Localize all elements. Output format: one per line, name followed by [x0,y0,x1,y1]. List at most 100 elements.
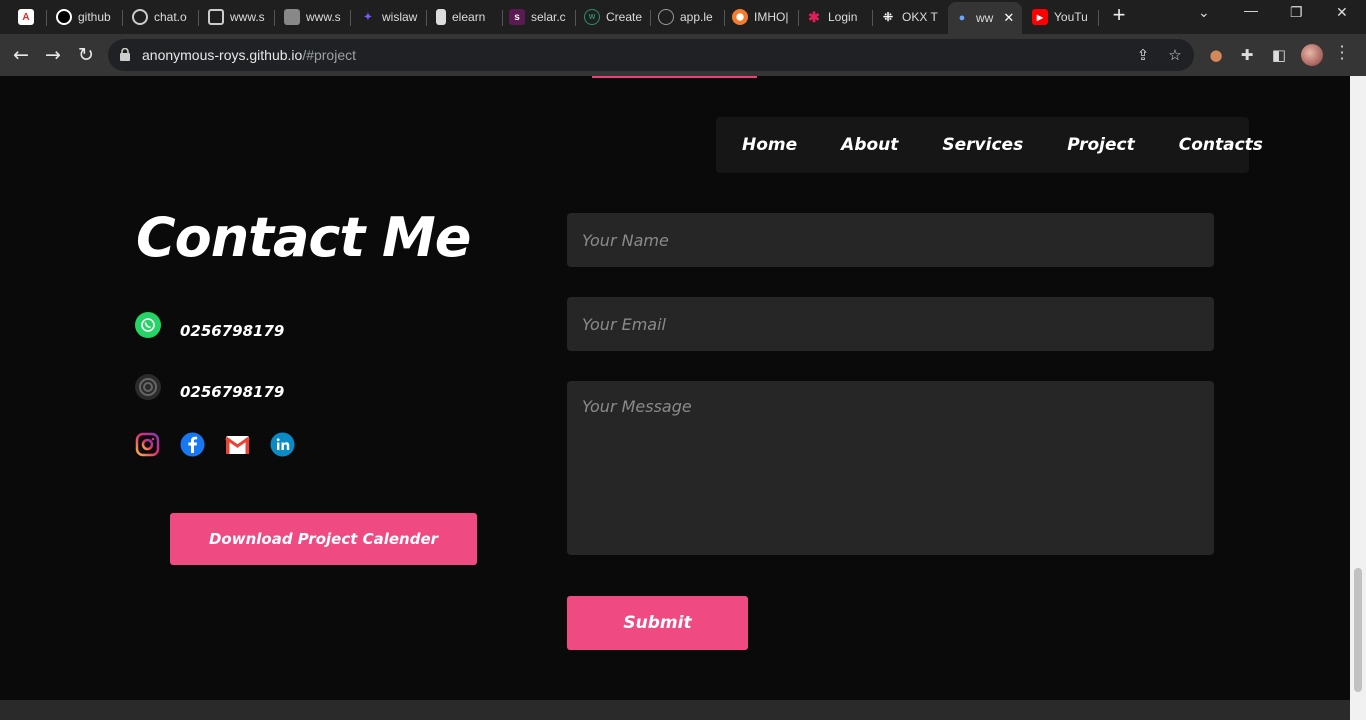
browser-tab[interactable]: W Create [578,3,648,31]
browser-tab[interactable]: www.s [278,3,348,31]
side-panel-icon[interactable]: ◧ [1269,45,1289,65]
close-tab-icon[interactable]: ✕ [1003,10,1014,26]
browser-tab[interactable]: IMHO| [726,3,796,31]
page-scrollbar[interactable] [1350,76,1366,720]
tab-separator [650,10,651,26]
window-close-icon[interactable]: ✕ [1336,4,1348,21]
browser-toolbar: ← → ↻ anonymous-roys.github.io/#project … [0,34,1366,76]
nav-link-project[interactable]: Project [1067,135,1135,155]
github-icon [56,9,72,25]
browser-tab[interactable]: A [12,3,44,31]
tab-title: github [78,10,111,24]
restore-icon[interactable]: ❐ [1290,4,1303,21]
tab-title: Create [606,10,643,24]
name-input[interactable] [567,213,1214,267]
create-icon: W [584,9,600,25]
phone-icon[interactable] [135,373,161,400]
browser-tab[interactable]: ✱ Login [800,3,870,31]
browser-tab[interactable]: chat.o [126,3,196,31]
whatsapp-number: 0256798179 [180,322,285,340]
cookie-icon[interactable]: ● [1206,45,1226,65]
browser-tab[interactable]: ✦ wislaw [354,3,424,31]
tab-separator [198,10,199,26]
tab-separator [122,10,123,26]
whatsapp-icon[interactable] [135,312,161,338]
footer-strip [0,700,1350,720]
youtube-icon: ▶ [1032,9,1048,25]
social-links [135,432,295,457]
tab-separator [872,10,873,26]
tab-search-icon[interactable]: ⌄ [1198,4,1210,21]
tab-title: www.s [306,10,341,24]
tab-title: chat.o [154,10,187,24]
tab-title: selar.c [531,10,566,24]
tab-separator [46,10,47,26]
tab-separator [798,10,799,26]
forward-icon[interactable]: → [40,42,66,68]
okx-icon: ⁜ [882,10,894,24]
tab-separator [274,10,275,26]
browser-tab[interactable]: ⁜ OKX T [874,3,944,31]
profile-avatar[interactable] [1301,44,1323,66]
browser-tab[interactable]: github [50,3,120,31]
site-navbar: Home About Services Project Contacts [716,117,1263,173]
address-bar[interactable]: anonymous-roys.github.io/#project ⇪ ☆ [108,39,1194,71]
linkedin-icon[interactable] [270,432,295,457]
tab-separator [350,10,351,26]
tab-title: IMHO| [754,10,789,24]
reload-icon[interactable]: ↻ [73,42,99,68]
nav-link-home[interactable]: Home [742,135,797,155]
tab-title: www.s [230,10,265,24]
gmail-icon[interactable] [225,432,250,457]
nav-link-contacts[interactable]: Contacts [1179,135,1263,155]
browser-menu-icon[interactable]: · · · [1336,39,1348,67]
imho-icon [732,9,748,25]
nav-link-about[interactable]: About [841,135,898,155]
contact-title: Contact Me [136,206,471,269]
tab-title: elearn [452,10,486,24]
tab-title: YouTu [1054,10,1088,24]
submit-button[interactable]: Submit [567,596,748,650]
download-calendar-button[interactable]: Download Project Calender [170,513,477,565]
browser-tab[interactable]: elearn [430,3,500,31]
openai-icon [132,9,148,25]
tab-title: wislaw [382,10,418,24]
minimize-icon[interactable]: — [1244,2,1258,18]
browser-tab-strip: A github chat.o www.s www.s ✦ wislaw ele… [0,0,1366,34]
browser-tab[interactable]: s selar.c [503,3,573,31]
browser-tab[interactable]: app.le [652,3,722,31]
back-icon[interactable]: ← [8,42,34,68]
browser-tab[interactable]: ▶ YouTu [1026,3,1096,31]
extensions-puzzle-icon[interactable]: ✚ [1237,45,1257,65]
browser-tab[interactable]: www.s [202,3,272,31]
facebook-icon[interactable] [180,432,205,457]
pin-icon: ● [958,12,966,24]
tab-separator [426,10,427,26]
bookmark-star-icon[interactable]: ☆ [1166,46,1184,64]
new-tab-button[interactable]: + [1108,4,1130,27]
whatsapp-row: 0256798179 [135,310,284,340]
tab-title: ww [976,11,994,25]
window-icon [208,9,224,25]
nav-link-services[interactable]: Services [942,135,1023,155]
instagram-icon[interactable] [135,432,160,457]
scrollbar-thumb[interactable] [1354,568,1362,692]
tab-title: app.le [680,10,713,24]
selar-icon: s [509,9,525,25]
message-textarea[interactable] [567,381,1214,555]
page-icon [436,9,446,25]
url-text[interactable]: anonymous-roys.github.io/#project [142,47,356,63]
wislaw-icon: ✦ [363,11,373,23]
phone-row: 0256798179 [135,372,284,401]
tab-title: OKX T [902,10,938,24]
page-content: Home About Services Project Contacts Con… [0,76,1350,720]
tab-separator [1098,10,1099,26]
tab-separator [724,10,725,26]
cube-icon [284,9,300,25]
app-icon [658,9,674,25]
browser-tab-active[interactable]: ● ww ✕ [948,2,1022,34]
acrobat-icon: A [18,9,34,25]
email-input[interactable] [567,297,1214,351]
phone-number: 0256798179 [180,383,285,401]
share-icon[interactable]: ⇪ [1134,46,1152,64]
